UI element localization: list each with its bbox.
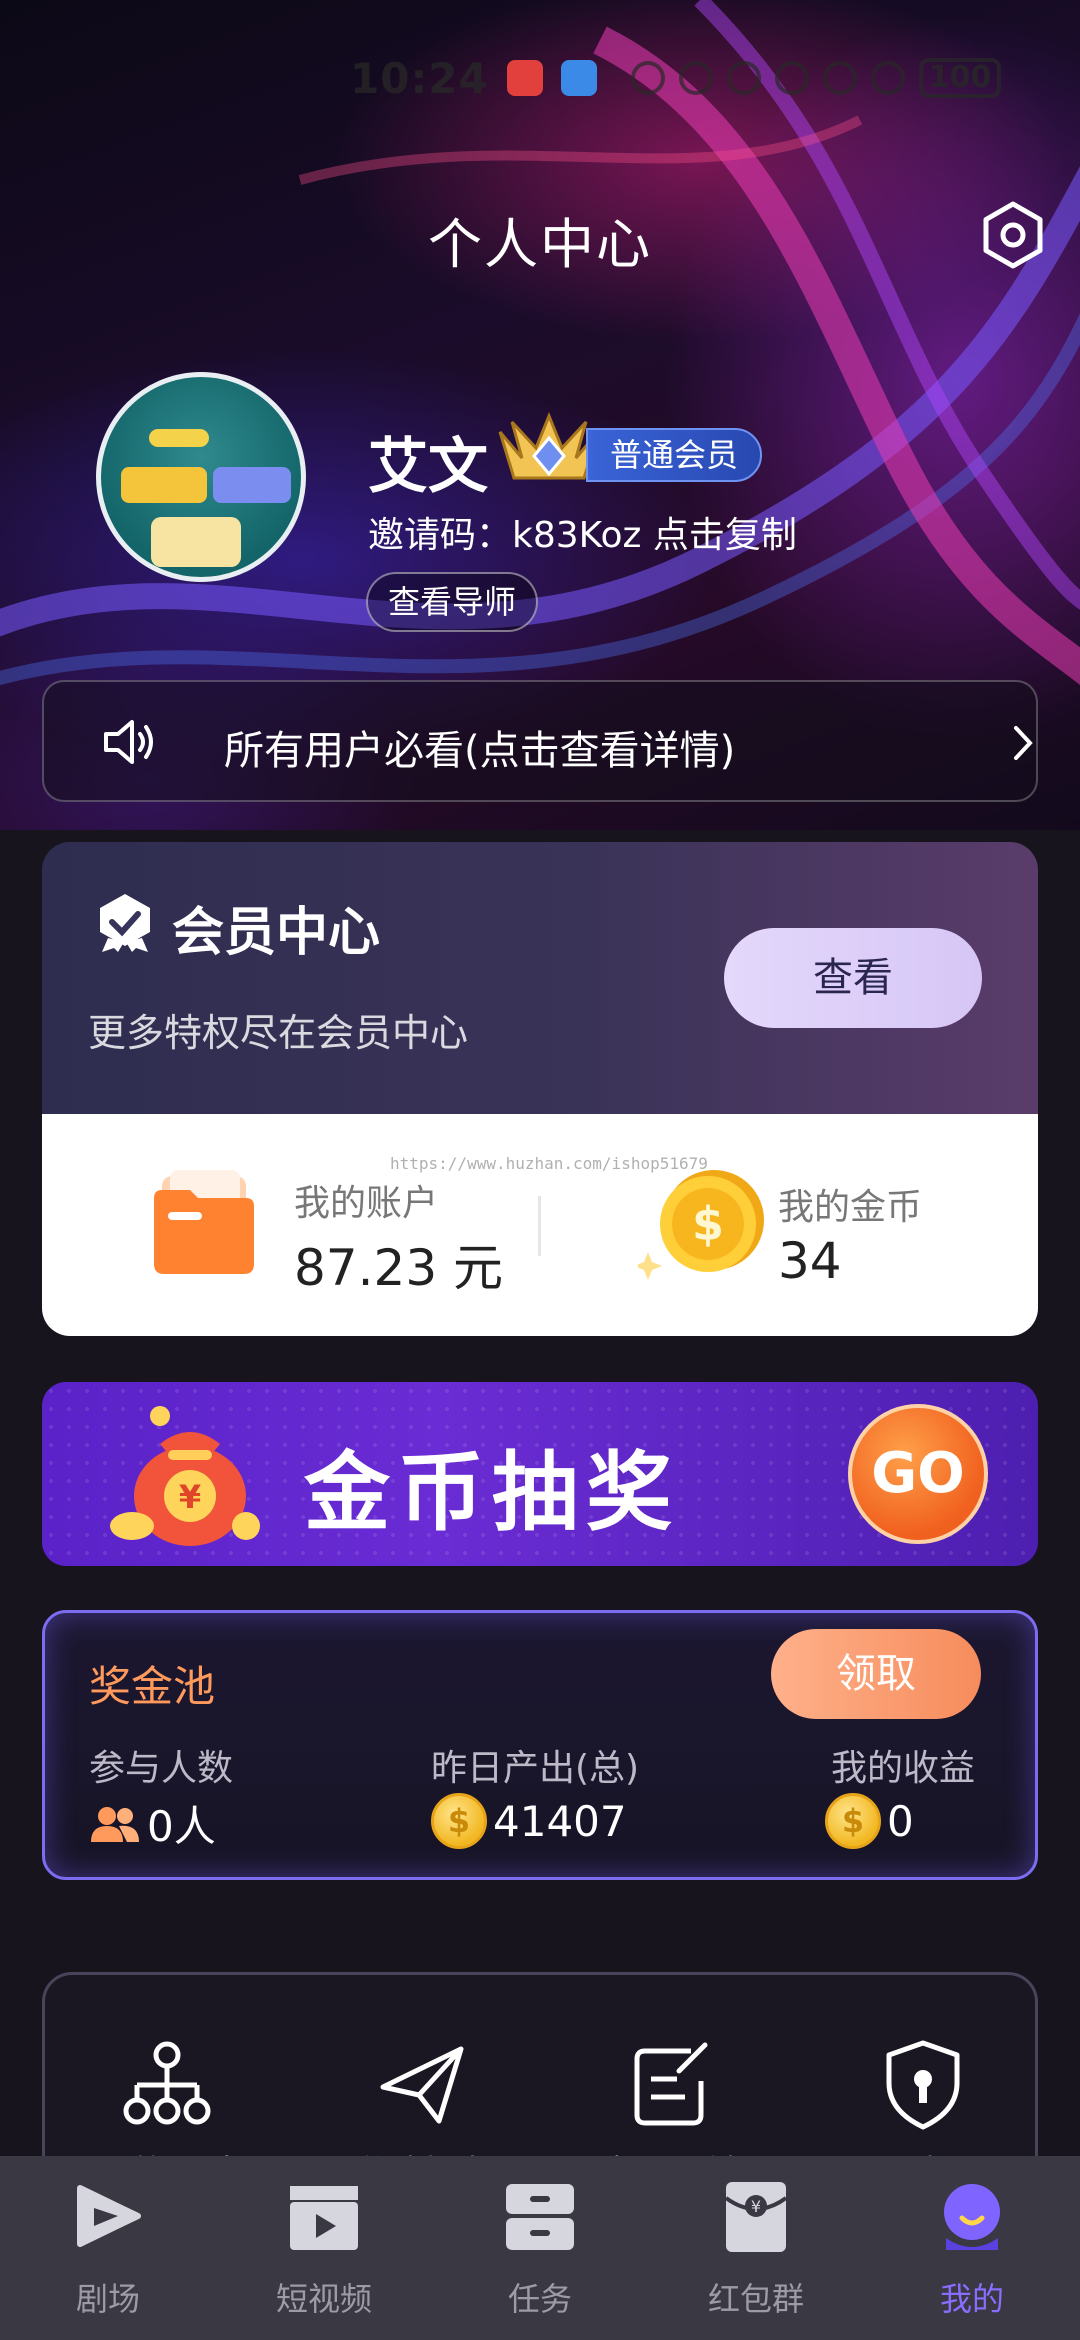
invite-label: 邀请码：: [368, 515, 513, 556]
nav-short-video[interactable]: 短视频: [234, 2156, 414, 2340]
edit-note-icon[interactable]: [621, 2035, 721, 2135]
shield-lock-icon[interactable]: [873, 2035, 973, 2135]
svg-text:¥: ¥: [751, 2197, 761, 2216]
profile-icon: [944, 2184, 1000, 2250]
huawei-app-icon: [506, 60, 543, 96]
speed-icon: [630, 61, 665, 95]
battery-indicator: 100: [918, 58, 1002, 98]
nav-label: 短视频: [275, 2280, 372, 2318]
prize-pool-card: 奖金池 领取 参与人数 0人 昨日产出(总) $ 41407 我的收益 $ 0: [42, 1610, 1038, 1880]
participants-label: 参与人数: [89, 1748, 234, 1789]
invite-code: k83Koz: [512, 515, 642, 556]
coin-icon: $: [825, 1793, 881, 1849]
status-icons: 100: [630, 58, 1002, 98]
prize-pool-title: 奖金池: [89, 1662, 216, 1711]
notice-text: 所有用户必看(点击查看详情): [224, 728, 736, 774]
nav-label: 我的: [939, 2280, 1004, 2318]
copy-invite-link[interactable]: 点击复制: [653, 515, 797, 556]
signal-icon: [870, 61, 905, 95]
nav-mine[interactable]: 我的: [882, 2156, 1062, 2340]
avatar[interactable]: [96, 372, 306, 582]
play-icon: [77, 2185, 141, 2247]
usb-icon: [560, 60, 597, 96]
chevron-right-icon: [1014, 726, 1033, 760]
team-tree-icon[interactable]: [117, 2035, 217, 2135]
participants-count: 0人: [89, 1793, 216, 1854]
clapper-icon: [290, 2186, 358, 2250]
nav-red-envelope-group[interactable]: ¥ 红包群: [666, 2156, 846, 2340]
lottery-title: 金币抽奖: [304, 1443, 680, 1543]
status-bar: 10:24 100: [350, 48, 1040, 108]
my-earnings-value: 0: [887, 1796, 914, 1846]
people-icon: [91, 1806, 139, 1842]
yesterday-output: $ 41407: [431, 1793, 627, 1849]
member-badge-icon: [100, 894, 150, 952]
yesterday-output-value: 41407: [493, 1796, 627, 1846]
bottom-nav: 剧场 短视频 任务 ¥ 红包群 我的: [0, 2156, 1080, 2340]
wallet-folder-icon[interactable]: [150, 1170, 258, 1280]
nav-label: 任务: [507, 2280, 572, 2318]
svg-text:$: $: [692, 1197, 724, 1251]
invite-code-row[interactable]: 邀请码：k83Koz 点击复制: [368, 506, 797, 558]
view-member-center-button[interactable]: 查看: [724, 928, 982, 1028]
paper-plane-icon[interactable]: [373, 2035, 473, 2135]
svg-text:¥: ¥: [179, 1478, 201, 1516]
mute-icon: [774, 61, 809, 95]
member-center-subtitle: 更多特权尽在会员中心: [88, 1011, 469, 1055]
claim-button[interactable]: 领取: [771, 1629, 981, 1719]
gold-lottery-banner[interactable]: ¥ 金币抽奖 GO: [42, 1382, 1038, 1566]
my-earnings: $ 0: [825, 1793, 914, 1849]
view-mentor-button[interactable]: 查看导师: [366, 572, 539, 632]
nav-label: 红包群: [707, 2280, 804, 2318]
member-center-header: 会员中心 更多特权尽在会员中心 查看: [42, 842, 1038, 1114]
member-center-card: 会员中心 更多特权尽在会员中心 查看 https://www.huzhan.co…: [42, 842, 1038, 1336]
nav-tasks[interactable]: 任务: [450, 2156, 630, 2340]
status-time: 10:24: [350, 53, 489, 103]
participants-value: 0人: [147, 1802, 216, 1851]
page-title: 个人中心: [428, 213, 652, 276]
username: 艾文: [368, 432, 488, 502]
notice-bar[interactable]: 所有用户必看(点击查看详情): [42, 680, 1038, 802]
gold-label: 我的金币: [778, 1187, 923, 1228]
yesterday-output-label: 昨日产出(总): [431, 1748, 640, 1789]
gold-coin-icon[interactable]: $: [638, 1166, 768, 1286]
divider: [538, 1196, 541, 1256]
my-earnings-label: 我的收益: [831, 1748, 976, 1789]
profile-header: 10:24 100 个人中心 艾文 普通会员 邀请码：k83Koz 点击复制 查…: [0, 0, 1080, 830]
drawer-icon: [506, 2184, 574, 2250]
settings-hex-icon[interactable]: [978, 200, 1048, 270]
speaker-icon: [104, 720, 153, 764]
bluetooth-icon: [726, 61, 761, 95]
nav-label: 剧场: [75, 2280, 140, 2318]
nav-theater[interactable]: 剧场: [18, 2156, 198, 2340]
gold-balance[interactable]: 34: [778, 1232, 842, 1290]
account-label: 我的账户: [294, 1183, 439, 1224]
nfc-icon: [678, 61, 713, 95]
money-bag-icon: ¥: [110, 1406, 260, 1546]
wifi-icon: [822, 61, 857, 95]
member-level-badge: 普通会员: [586, 428, 763, 482]
member-center-title: 会员中心: [172, 903, 381, 963]
lottery-go-button[interactable]: GO: [848, 1404, 988, 1544]
account-balance[interactable]: 87.23 元: [294, 1228, 503, 1300]
coin-icon: $: [431, 1793, 487, 1849]
wallet-section: https://www.huzhan.com/ishop51679 我的账户 8…: [42, 1114, 1038, 1336]
red-envelope-icon: ¥: [724, 2182, 788, 2252]
